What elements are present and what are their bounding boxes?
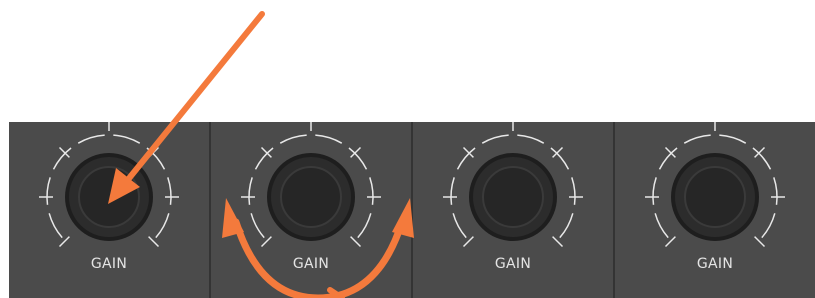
knob-scale-segment [113,134,141,144]
knob-scale-segment [279,134,307,144]
knob-tick [462,146,474,158]
knob-scale-segment [46,177,51,205]
knob-tick [260,236,272,248]
gain-label-4: GAIN [696,256,734,272]
knob-scale-segment [452,213,467,239]
knob-scale-segment [559,213,574,239]
knob-tick [350,236,362,248]
knob-tick [58,146,70,158]
channel-2: GAIN [209,122,411,298]
knob-scale-segment [357,213,372,239]
knob-scale-segment [683,134,711,144]
knob-cap [482,166,544,228]
knob-tick [462,236,474,248]
knob-scale-segment [77,134,105,144]
knob-tick [754,146,766,158]
knob-tick [552,236,564,248]
knob-scale-segment [773,177,778,205]
knob-tick [148,236,160,248]
knob-graphic [39,122,179,248]
knob-cap [280,166,342,228]
knob-scale-segment [250,213,265,239]
gain-label-2: GAIN [292,256,330,272]
knob-graphic [241,122,381,248]
mixer-strip: GAIN GAIN GAIN GAIN [9,122,815,298]
knob-scale-segment [48,213,63,239]
knob-scale-segment [571,177,576,205]
knob-scale-segment [248,177,253,205]
knob-scale-segment [481,134,509,144]
channel-1: GAIN [9,122,209,298]
knob-cap [684,166,746,228]
knob-tick [260,146,272,158]
gain-label-3: GAIN [494,256,532,272]
knob-tick [148,146,160,158]
gain-label-1: GAIN [90,256,128,272]
knob-cap [78,166,140,228]
channel-3: GAIN [411,122,613,298]
knob-tick [664,146,676,158]
knob-scale-segment [719,134,747,144]
knob-scale-segment [167,177,172,205]
knob-tick [754,236,766,248]
knob-tick [664,236,676,248]
knob-tick [552,146,564,158]
knob-scale-segment [369,177,374,205]
channel-4: GAIN [613,122,815,298]
knob-scale-segment [155,213,170,239]
knob-tick [58,236,70,248]
knob-scale-segment [652,177,657,205]
knob-scale-segment [654,213,669,239]
knob-scale-segment [517,134,545,144]
knob-graphic [443,122,583,248]
knob-scale-segment [315,134,343,144]
knob-graphic [645,122,785,248]
knob-scale-segment [450,177,455,205]
knob-scale-segment [761,213,776,239]
knob-tick [350,146,362,158]
